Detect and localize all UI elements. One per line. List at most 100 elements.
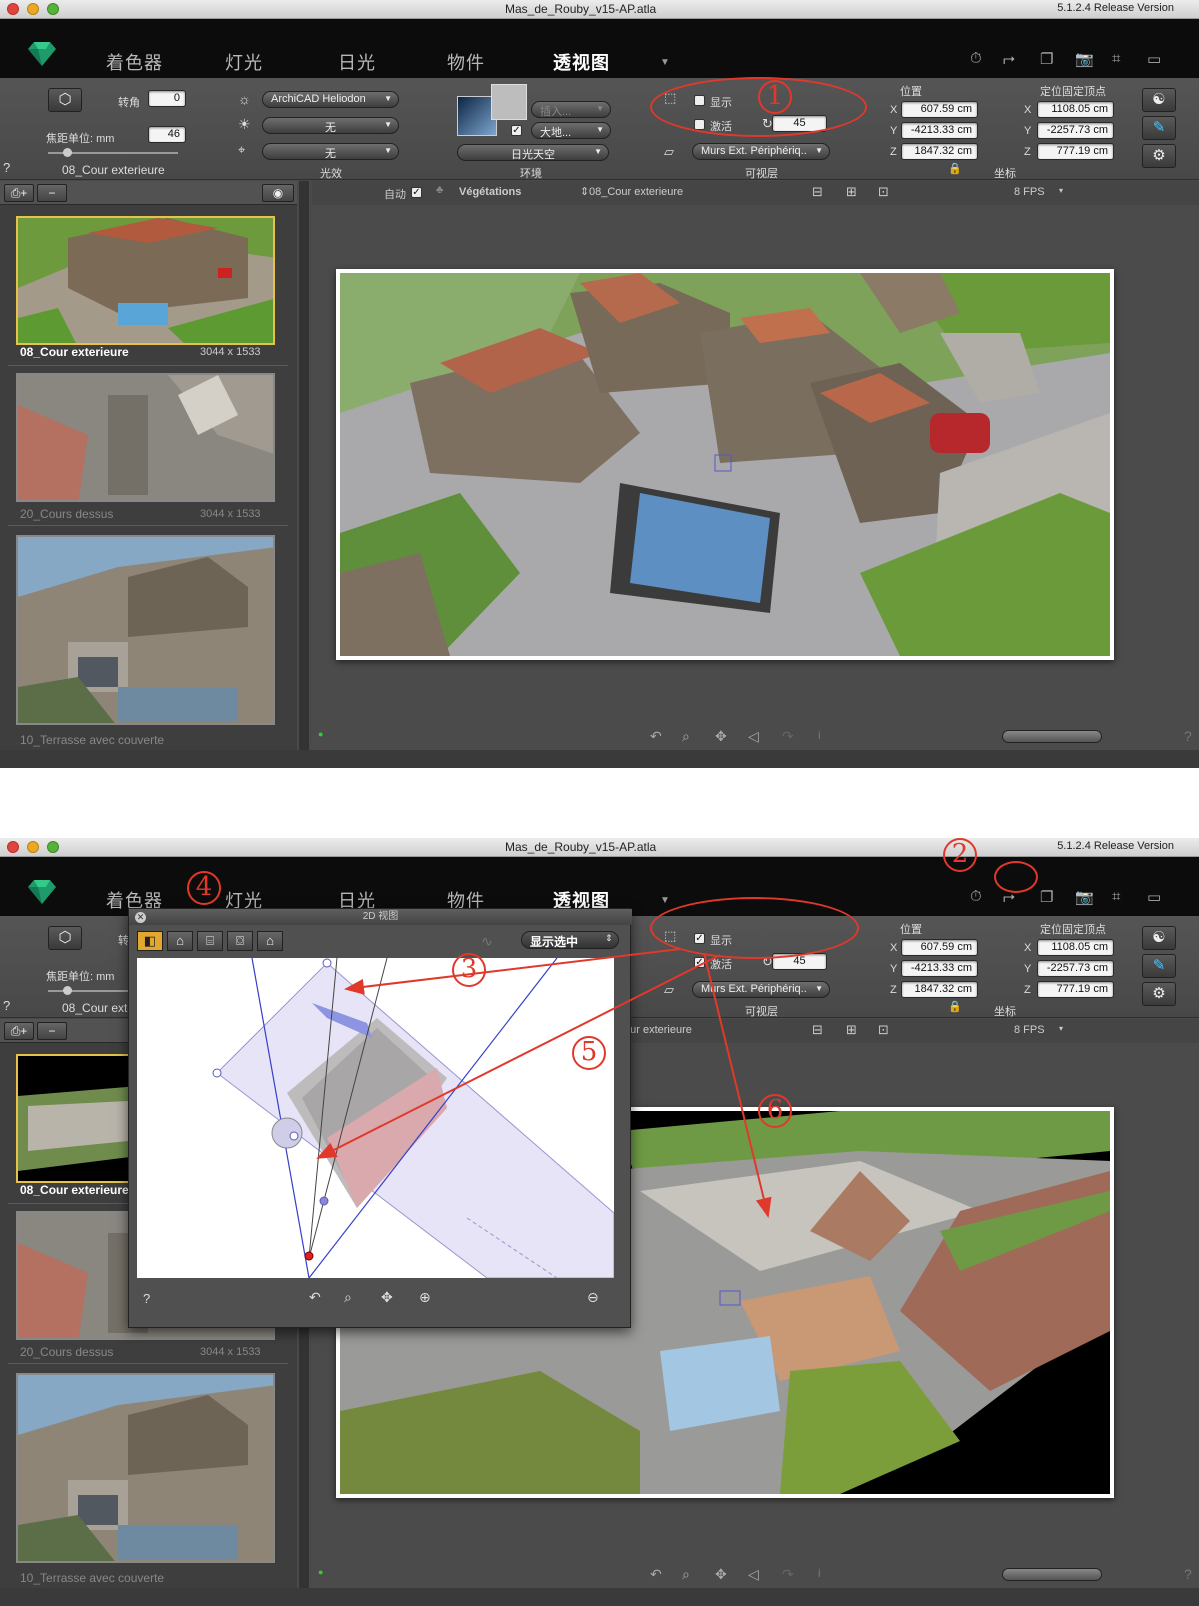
add-camera-icon[interactable]: ⎙+ xyxy=(4,184,34,202)
tab-perspectives[interactable]: 透视图 xyxy=(553,49,610,75)
thumb-render-courtyard xyxy=(18,218,273,343)
minimize-window-button[interactable] xyxy=(27,3,39,15)
ground-button[interactable]: 大地... xyxy=(531,122,611,139)
focal-label: 焦距单位: mm xyxy=(46,133,115,145)
menu-dropdown-icon[interactable]: ▼ xyxy=(660,57,670,68)
tab-objects[interactable]: 物件 xyxy=(447,49,485,75)
tab-shaders[interactable]: 着色器 xyxy=(106,49,163,75)
position-x-field[interactable]: 607.59 cm xyxy=(901,101,978,118)
sun-icon: ☼ xyxy=(238,91,251,107)
status-dot-icon: ● xyxy=(318,729,324,739)
axis-icon[interactable]: ⮣ xyxy=(1003,50,1015,67)
remove-camera-button[interactable]: − xyxy=(37,184,67,202)
effect-select[interactable]: 无 xyxy=(262,143,399,160)
position-label: 位置 xyxy=(900,86,922,98)
walk-icon[interactable]: ◁ xyxy=(748,728,759,745)
screenshot-bottom: Mas_de_Rouby_v15-AP.atla 5.1.2.4 Release… xyxy=(0,838,1199,1606)
auto-checkbox[interactable]: ✓ xyxy=(411,187,422,198)
redo-view-icon[interactable]: ↷ xyxy=(782,728,794,745)
coords-group-label: 坐标 xyxy=(994,168,1016,180)
tab-heliodons[interactable]: 日光 xyxy=(338,49,376,75)
target-label: 定位固定顶点 xyxy=(1040,86,1106,98)
screenshot-top: Mas_de_Rouby_v15-AP.atla 5.1.2.4 Release… xyxy=(0,0,1199,768)
focal-slider-thumb[interactable] xyxy=(63,148,72,157)
annotation-arrows xyxy=(316,948,772,1218)
thumb-render-terrace xyxy=(18,537,273,723)
settings-gear-icon[interactable]: ⚙ xyxy=(1142,144,1176,168)
layer-select[interactable]: Murs Ext. Périphériq.. xyxy=(692,143,830,160)
yin-yang-icon[interactable]: ☯ xyxy=(1142,88,1176,112)
focal-field[interactable]: 46 xyxy=(148,126,186,143)
position-z-field[interactable]: 1847.32 cm xyxy=(901,143,978,160)
panel-splitter[interactable] xyxy=(299,181,309,756)
layout-icon[interactable]: ⊟ xyxy=(812,184,823,200)
thumbnail-divider xyxy=(8,365,288,366)
sky-select[interactable]: 日光天空 xyxy=(457,144,609,161)
zoom-icon[interactable]: ⌕ xyxy=(682,728,690,745)
thumbnail-image-2[interactable] xyxy=(16,373,275,502)
render-courtyard xyxy=(340,273,1110,656)
tab-lights[interactable]: 灯光 xyxy=(225,49,263,75)
windows-icon[interactable]: ❐ xyxy=(1040,50,1053,68)
thumbnail-image-3[interactable] xyxy=(16,535,275,725)
crop-icon[interactable]: ⌗ xyxy=(1112,50,1120,67)
pos-z-axis: Z xyxy=(890,146,897,158)
rotation-label: 转角 xyxy=(118,97,140,109)
color-pencils-icon[interactable]: ✎ xyxy=(1142,116,1176,140)
camera-stepper-icon[interactable]: ⇕ xyxy=(580,185,589,198)
viewport-navigation-bar: ● ↶ ⌕ ✥ ◁ ↷ i ? xyxy=(312,725,1199,750)
thumbnail-size-1: 3044 x 1533 xyxy=(200,346,261,358)
artlantis-gem-icon xyxy=(28,42,56,66)
heliodon-select[interactable]: ArchiCAD Heliodon xyxy=(262,91,399,108)
rotation-field[interactable]: 0 xyxy=(148,90,186,107)
close-window-button[interactable] xyxy=(7,3,19,15)
thumbnail-size-2: 3044 x 1533 xyxy=(200,508,261,520)
preview-render xyxy=(336,269,1114,660)
light-select[interactable]: 无 xyxy=(262,117,399,134)
lock-icon[interactable]: 🔒 xyxy=(948,162,962,175)
camera-name: 08_Cour exterieure xyxy=(62,163,165,177)
window-titlebar: Mas_de_Rouby_v15-AP.atla 5.1.2.4 Release… xyxy=(0,0,1199,19)
progress-slider[interactable] xyxy=(1002,730,1102,743)
target-z-field[interactable]: 777.19 cm xyxy=(1037,143,1114,160)
perspective-toolbar: ⬡ 转角 0 焦距单位: mm 46 08_Cour exterieure ? … xyxy=(0,78,1199,180)
expand-icon[interactable]: ⊞ xyxy=(846,184,857,200)
ground-checkbox[interactable]: ✓ xyxy=(511,125,522,136)
layers-icon: ▱ xyxy=(664,144,674,159)
zoom-window-button[interactable] xyxy=(47,3,59,15)
window-title: Mas_de_Rouby_v15-AP.atla xyxy=(505,2,657,16)
annotation-number-1: 1 xyxy=(766,81,784,111)
thumbnail-name-2: 20_Cours dessus xyxy=(20,507,114,521)
foreground-preview[interactable] xyxy=(491,84,527,120)
position-y-field[interactable]: -4213.33 cm xyxy=(901,122,978,139)
pos-y-axis: Y xyxy=(890,125,898,137)
tgt-x-axis: X xyxy=(1024,104,1032,116)
layers-group-label: 可视层 xyxy=(745,168,778,180)
viewport-help-icon[interactable]: ? xyxy=(1184,728,1192,744)
pan-icon[interactable]: ✥ xyxy=(715,728,727,745)
perspective-cube-icon[interactable]: ⬡ xyxy=(48,88,82,112)
preview-viewport[interactable] xyxy=(312,205,1199,725)
viewport-camera-name: 08_Cour exterieure xyxy=(589,186,684,198)
insert-button[interactable]: 插入... xyxy=(531,101,611,118)
timer-icon[interactable]: ⏱ xyxy=(970,50,982,67)
fps-dropdown-icon[interactable]: ▾ xyxy=(1059,186,1063,195)
bulb-icon: ☀ xyxy=(238,116,251,132)
target-y-field[interactable]: -2257.73 cm xyxy=(1037,122,1114,139)
eye-icon[interactable]: ◉ xyxy=(262,184,294,202)
arrow-3 xyxy=(344,948,681,995)
vegetation-label: Végétations xyxy=(459,186,522,198)
camera-icon[interactable]: 📷 xyxy=(1075,50,1094,68)
status-bar xyxy=(0,750,1199,768)
undo-view-icon[interactable]: ↶ xyxy=(650,728,662,745)
info-icon[interactable]: i xyxy=(818,728,821,742)
display-icon[interactable]: ▭ xyxy=(1147,50,1161,68)
target-x-field[interactable]: 1108.05 cm xyxy=(1037,101,1114,118)
thumbnail-divider xyxy=(8,525,288,526)
thumbnail-image-1[interactable] xyxy=(16,216,275,345)
window-split-icon[interactable]: ⊡ xyxy=(878,184,889,200)
auto-label: 自动 xyxy=(384,189,406,201)
effect-icon: ⌖ xyxy=(238,142,246,157)
fps-label: 8 FPS xyxy=(1014,186,1045,198)
help-button[interactable]: ? xyxy=(3,160,10,175)
